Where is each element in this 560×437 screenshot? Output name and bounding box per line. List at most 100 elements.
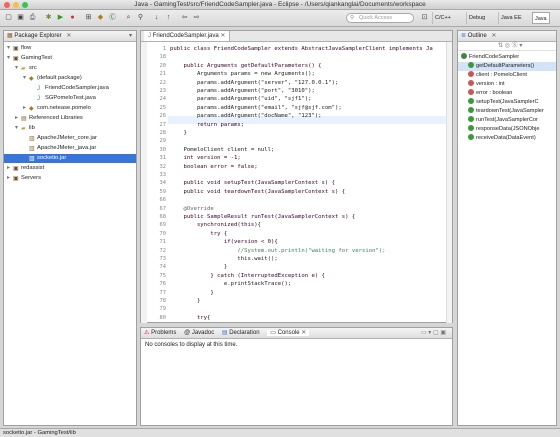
tree-item[interactable]: ▾ ▣ GamingTest: [4, 54, 136, 63]
tree-item[interactable]: ▥ socketio.jar: [4, 154, 136, 163]
class-icon: [461, 53, 467, 59]
console-tab-bar: ⚠ Problems @ Javadoc ▤ Declaration ▭ Con…: [141, 328, 452, 339]
outline-tab[interactable]: ≣ Outline ✕: [458, 31, 556, 42]
project-icon: ▣: [13, 46, 19, 52]
code-line: synchronized(this){: [170, 222, 261, 229]
close-tab-icon[interactable]: ✕: [66, 33, 71, 39]
outline-item[interactable]: error : boolean: [458, 89, 556, 98]
hide-fields-icon[interactable]: ◎: [505, 43, 510, 49]
perspective-cpp[interactable]: C/C++: [432, 12, 453, 24]
editor-vertical-scrollbar[interactable]: [446, 42, 452, 323]
tab-declaration-label: Declaration: [229, 330, 260, 336]
outline-item-label: getDefaultParameters(): [476, 63, 535, 69]
package-explorer-panel: ▦ Package Explorer ✕ ▾ ▾ ▣ flow ▾ ▣ GamingTes…: [3, 30, 137, 426]
jar-icon: ▥: [29, 156, 35, 162]
tree-item[interactable]: J SGPomeloTest.java: [4, 94, 136, 103]
outline-item[interactable]: receiveData(DataEvent): [458, 134, 556, 143]
close-window-button[interactable]: [4, 2, 10, 8]
editor-tab[interactable]: J FriendCodeSampler.java ✕: [144, 31, 231, 41]
tree-item-label: Servers: [21, 175, 41, 181]
line-number: 30: [159, 146, 167, 153]
debug-icon[interactable]: ✱: [44, 13, 53, 22]
tree-item-label: Referenced Libraries: [29, 115, 83, 121]
forward-icon[interactable]: ⇨: [192, 13, 201, 22]
tab-declaration[interactable]: ▤ Declaration: [222, 330, 260, 336]
new-icon[interactable]: ▢: [4, 13, 13, 22]
outline-item[interactable]: setupTest(JavaSamplerC: [458, 98, 556, 107]
close-tab-icon[interactable]: ✕: [220, 33, 225, 39]
previous-annotation-icon[interactable]: ↑: [164, 13, 173, 22]
outline-item[interactable]: version : int: [458, 80, 556, 89]
code-line: public void teardownTest(JavaSamplerCont…: [170, 188, 346, 195]
next-annotation-icon[interactable]: ↓: [152, 13, 161, 22]
method-icon: [468, 116, 474, 122]
tab-console[interactable]: ▭ Console ✕: [267, 330, 310, 336]
line-number: 23: [159, 88, 167, 94]
outline-item-label: teardownTest(JavaSampler: [476, 108, 544, 114]
outline-toolbar: ⇅ ◎ Ⓢ ▾: [458, 42, 556, 51]
line-number: 28: [159, 130, 167, 136]
code-line: @Override: [170, 205, 214, 212]
tab-javadoc[interactable]: @ Javadoc: [184, 330, 214, 336]
close-tab-icon[interactable]: ✕: [301, 330, 306, 336]
code-line: int version = -1;: [170, 155, 241, 162]
tab-problems-label: Problems: [151, 330, 177, 336]
tree-item[interactable]: ▥ ApacheJMeter_core.jar: [4, 134, 136, 143]
tree-item[interactable]: ▥ ApacheJMeter_java.jar: [4, 144, 136, 153]
view-menu-icon[interactable]: ▾: [129, 31, 132, 42]
tree-item[interactable]: ▸ ▣ Servers: [4, 174, 136, 183]
code-line: } catch (InterruptedException e) {: [170, 272, 325, 279]
tree-item[interactable]: ▸ ▣ redassist: [4, 164, 136, 173]
tree-item-label: GamingTest: [21, 55, 52, 61]
close-tab-icon[interactable]: ✕: [491, 33, 496, 39]
tree-item[interactable]: ▾ ▰ src: [4, 64, 136, 73]
quick-access-input[interactable]: ⚲ Quick Access: [346, 13, 414, 23]
line-number: 81: [148, 322, 166, 323]
outline-item-label: FriendCodeSampler: [469, 54, 520, 60]
code-line: params.addArgument("port", "3010");: [170, 88, 315, 94]
minimize-window-button[interactable]: [13, 2, 19, 8]
line-number: 34: [159, 180, 167, 187]
outline-item[interactable]: responseData(JSONObje: [458, 125, 556, 134]
tree-item[interactable]: ▾ ▰ lib: [4, 124, 136, 133]
view-menu-icon[interactable]: ▾: [519, 43, 522, 49]
outline-item[interactable]: teardownTest(JavaSampler: [458, 107, 556, 116]
code-line: this.wait();: [170, 256, 278, 262]
tree-item[interactable]: J FriendCodeSampler.java: [4, 84, 136, 93]
print-icon[interactable]: ⎙: [28, 13, 37, 22]
line-number: 22: [159, 79, 167, 86]
run-external-icon[interactable]: ●: [68, 13, 77, 22]
tree-item-label: socketio.jar: [37, 155, 67, 161]
perspective-javaee[interactable]: Java EE: [498, 12, 523, 24]
outline-item[interactable]: getDefaultParameters(): [458, 62, 556, 71]
code-line: }: [170, 264, 228, 271]
hide-static-icon[interactable]: Ⓢ: [512, 43, 518, 49]
new-class-icon[interactable]: Ⓒ: [108, 13, 117, 22]
new-package-icon[interactable]: ◆: [96, 13, 105, 22]
save-icon[interactable]: ▣: [16, 13, 25, 22]
search-icon[interactable]: ⚲: [136, 13, 145, 22]
tree-item[interactable]: ▸ ▤ Referenced Libraries: [4, 114, 136, 123]
outline-item[interactable]: client : PomeloClient: [458, 71, 556, 80]
quick-access-placeholder: Quick Access: [359, 15, 393, 21]
perspective-debug[interactable]: Debug: [466, 12, 487, 24]
tab-problems[interactable]: ⚠ Problems: [144, 330, 176, 336]
code-area[interactable]: 1 18 20 21 22 23 24 25 26 27 28 29 30 31 32 33 34 59 66 67 6…: [141, 42, 452, 323]
run-icon[interactable]: ▶: [56, 13, 65, 22]
sort-icon[interactable]: ⇅: [498, 43, 503, 49]
package-explorer-tab[interactable]: ▦ Package Explorer ✕ ▾: [4, 31, 136, 42]
tree-item[interactable]: ▾ ▣ flow: [4, 44, 136, 53]
outline-item[interactable]: runTest(JavaSamplerCor: [458, 116, 556, 125]
outline-item[interactable]: FriendCodeSampler: [458, 53, 556, 62]
zoom-window-button[interactable]: [22, 2, 28, 8]
perspective-java[interactable]: Java: [532, 12, 550, 24]
code-line: params.addArgument("uid", "sjf1");: [170, 96, 312, 103]
line-number: 26: [159, 113, 167, 120]
open-perspective-icon[interactable]: ⊡: [420, 13, 429, 22]
back-icon[interactable]: ⇦: [180, 13, 189, 22]
tree-item[interactable]: ▾ ◆ (default package): [4, 74, 136, 83]
tree-item[interactable]: ▸ ◆ com.netease.pomelo: [4, 104, 136, 113]
new-java-project-icon[interactable]: ⊞: [84, 13, 93, 22]
console-toolbar-icons[interactable]: ▭ ▾ ▢ ▣: [421, 328, 446, 339]
open-type-icon[interactable]: ⌕: [124, 13, 133, 22]
